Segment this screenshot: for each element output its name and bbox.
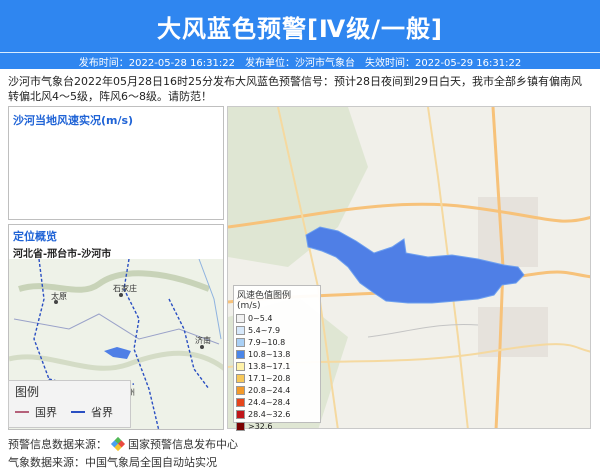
location-panel-title: 定位概览: [13, 230, 57, 243]
wind-legend-swatch: [236, 385, 245, 395]
wind-legend-swatch: [236, 349, 245, 359]
wind-legend-swatch: [236, 421, 245, 431]
wind-legend-item: 28.4~32.6: [234, 408, 320, 420]
wind-legend-item: 24.4~28.4: [234, 396, 320, 408]
wind-legend-label: 5.4~7.9: [248, 325, 281, 335]
wind-legend-label: 20.8~24.4: [248, 385, 291, 395]
wind-legend-item: >32.6: [234, 420, 320, 432]
boundary-legend-title: 图例: [15, 385, 40, 399]
wind-observation-panel: 沙河当地风速实况(m/s): [8, 106, 224, 220]
wind-panel-title: 沙河当地风速实况(m/s): [13, 114, 134, 127]
wind-legend-item: 5.4~7.9: [234, 324, 320, 336]
issue-time: 发布时间：2022-05-28 16:31:22: [78, 57, 235, 69]
city-label-taiyuan: 太原: [51, 291, 67, 301]
city-label-jinan: 济南: [195, 335, 211, 345]
wind-legend-label: 10.8~13.8: [248, 349, 291, 359]
boundary-legend-row: 国界 省界: [9, 402, 130, 422]
wind-legend-swatch: [236, 313, 245, 323]
wind-legend-item: 0~5.4: [234, 312, 320, 324]
wind-legend-swatch: [236, 409, 245, 419]
wind-legend-item: 20.8~24.4: [234, 384, 320, 396]
wind-legend-swatch: [236, 397, 245, 407]
wind-legend-label: 0~5.4: [248, 313, 273, 323]
wind-legend-label: 7.9~10.8: [248, 337, 286, 347]
city-marker-shijiazhuang: [119, 293, 123, 297]
wind-speed-legend: 风速色值图例 (m/s) 0~5.4 5.4~7.9 7.9~10.8 10.8~13…: [233, 285, 321, 431]
expire-time: 失效时间：2022-05-29 16:31:22: [365, 57, 522, 69]
wind-legend-item: 13.8~17.1: [234, 360, 320, 372]
wind-legend-label: 13.8~17.1: [248, 361, 291, 371]
national-border-swatch: [15, 411, 29, 413]
wind-legend-label: 24.4~28.4: [248, 397, 291, 407]
info-bar: 发布时间：2022-05-28 16:31:22 发布单位：沙河市气象台 失效时…: [0, 52, 600, 69]
weather-source-line: 气象数据来源：中国气象局全国自动站实况: [8, 456, 217, 469]
national-border-label: 国界: [35, 406, 57, 419]
wind-legend-item: 10.8~13.8: [234, 348, 320, 360]
wind-legend-rows: 0~5.4 5.4~7.9 7.9~10.8 10.8~13.8 13.8~17.1 17…: [234, 312, 320, 432]
wind-legend-swatch: [236, 325, 245, 335]
wind-legend-swatch: [236, 337, 245, 347]
wind-legend-item: 17.1~20.8: [234, 372, 320, 384]
warning-source-name: 国家预警信息发布中心: [128, 438, 238, 451]
wind-legend-swatch: [236, 373, 245, 383]
warning-center-logo-icon: [110, 436, 125, 452]
wind-legend-label: 28.4~32.6: [248, 409, 291, 419]
warning-title: 大风蓝色预警[Ⅳ级/一般]: [0, 0, 600, 52]
issuer: 发布单位：沙河市气象台: [245, 57, 355, 69]
city-label-shijiazhuang: 石家庄: [113, 283, 137, 293]
wind-legend-item: 7.9~10.8: [234, 336, 320, 348]
warning-summary: 沙河市气象台2022年05月28日16时25分发布大风蓝色预警信号：预计28日夜…: [8, 75, 582, 103]
warning-source-prefix: 预警信息数据来源：: [8, 438, 107, 451]
provincial-border-swatch: [71, 411, 85, 413]
wind-legend-swatch: [236, 361, 245, 371]
provincial-border-label: 省界: [91, 406, 113, 419]
warning-source-line: 预警信息数据来源： 国家预警信息发布中心: [8, 436, 238, 452]
wind-legend-label: 17.1~20.8: [248, 373, 291, 383]
wind-legend-title: 风速色值图例 (m/s): [237, 291, 292, 311]
wind-legend-label: >32.6: [248, 421, 273, 431]
city-marker-jinan: [200, 345, 204, 349]
boundary-legend: 图例 国界 省界: [8, 380, 131, 428]
